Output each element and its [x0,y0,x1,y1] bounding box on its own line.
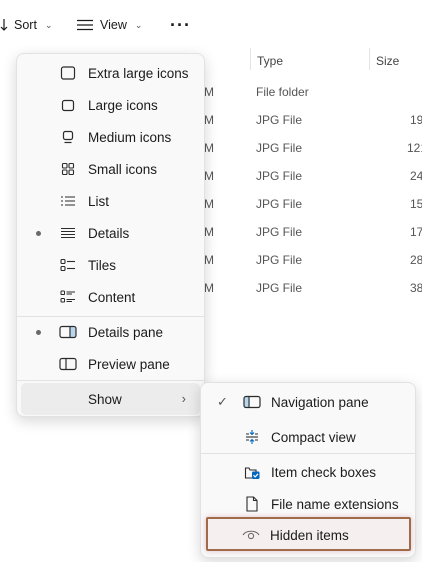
menu-item-label: Preview pane [88,357,170,372]
sort-button[interactable]: Sort ⌄ [0,14,52,36]
date-cell: M [204,85,214,99]
menu-item-preview-pane[interactable]: Preview pane [17,348,204,380]
file-extension-icon [243,496,261,512]
menu-item-extra-large-icons[interactable]: Extra large icons [17,57,204,89]
chevron-down-icon: ⌄ [44,19,53,30]
sort-arrow-icon [0,19,8,31]
menu-item-label: Medium icons [88,130,172,145]
submenu-item-label: Compact view [271,430,356,445]
size-cell: 121 [407,141,422,155]
menu-item-details-pane[interactable]: Details pane [17,316,204,348]
size-cell: 24 [410,169,422,183]
menu-item-details[interactable]: Details [17,217,204,249]
size-cell: 38 [410,281,422,295]
column-header-size[interactable]: Size [376,54,399,68]
medium-icons-icon [59,129,77,145]
more-options-button[interactable]: ··· [170,14,191,36]
selected-bullet-icon [36,231,41,236]
menu-item-show[interactable]: Show › [21,383,200,415]
view-label: View [100,18,127,32]
submenu-item-hidden-items[interactable]: Hidden items [200,518,414,552]
type-cell: JPG File [256,169,303,183]
submenu-item-item-check-boxes[interactable]: Item check boxes [201,455,415,489]
menu-item-medium-icons[interactable]: Medium icons [17,121,204,153]
menu-item-label: Details [88,226,130,241]
size-cell: 17 [410,225,422,239]
size-cell: 15 [410,197,422,211]
type-cell: JPG File [256,281,303,295]
command-bar: Sort ⌄ View ⌄ ··· [0,0,422,50]
hidden-items-icon [242,527,260,543]
chevron-down-icon: ⌄ [134,19,143,30]
content-icon [59,289,77,305]
column-separator [369,48,370,70]
menu-separator [17,380,204,381]
view-menu: Extra large icons Large icons Medium ico… [16,53,205,417]
view-button[interactable]: View ⌄ [76,14,142,36]
compact-view-icon [243,429,261,445]
large-icons-icon [59,97,77,113]
menu-item-label: Content [88,290,136,305]
view-lines-icon [77,19,93,31]
type-cell: JPG File [256,113,303,127]
tiles-icon [59,257,77,273]
date-cell: M [204,253,214,267]
date-cell: M [204,113,214,127]
menu-item-list[interactable]: List [17,185,204,217]
menu-item-label: Tiles [88,258,117,273]
size-cell: 19 [410,113,422,127]
size-cell: 28 [410,253,422,267]
menu-item-label: Large icons [88,98,158,113]
list-icon [59,193,77,209]
date-cell: M [204,225,214,239]
menu-item-large-icons[interactable]: Large icons [17,89,204,121]
type-cell: JPG File [256,141,303,155]
column-header-type[interactable]: Type [257,54,283,68]
type-cell: JPG File [256,197,303,211]
sort-label: Sort [14,18,37,32]
menu-item-tiles[interactable]: Tiles [17,249,204,281]
submenu-item-label: Hidden items [270,528,349,543]
date-cell: M [204,141,214,155]
chevron-right-icon: › [181,391,186,406]
selected-bullet-icon [36,330,41,335]
menu-separator [201,453,415,454]
details-pane-icon [59,324,77,340]
column-separator [250,48,251,70]
item-check-boxes-icon [243,464,261,480]
more-label: ··· [170,14,191,35]
extra-large-icons-icon [59,65,77,81]
date-cell: M [204,169,214,183]
type-cell: File folder [256,85,309,99]
menu-item-label: Show [88,392,122,407]
submenu-item-navigation-pane[interactable]: ✓ Navigation pane [201,385,415,419]
date-cell: M [204,197,214,211]
menu-item-label: Extra large icons [88,66,189,81]
details-icon [59,225,77,241]
menu-item-small-icons[interactable]: Small icons [17,153,204,185]
preview-pane-icon [59,356,77,372]
submenu-item-label: File name extensions [271,497,399,512]
submenu-item-label: Item check boxes [271,465,377,480]
submenu-item-compact-view[interactable]: Compact view [201,420,415,454]
navigation-pane-icon [243,394,261,410]
date-cell: M [204,281,214,295]
type-cell: JPG File [256,225,303,239]
submenu-item-file-name-extensions[interactable]: File name extensions [201,487,415,521]
menu-item-label: Small icons [88,162,158,177]
type-cell: JPG File [256,253,303,267]
menu-item-label: Details pane [88,325,164,340]
small-icons-icon [59,161,77,177]
checkmark-icon: ✓ [217,394,228,409]
submenu-item-label: Navigation pane [271,395,369,410]
menu-item-label: List [88,194,110,209]
menu-item-content[interactable]: Content [17,281,204,313]
